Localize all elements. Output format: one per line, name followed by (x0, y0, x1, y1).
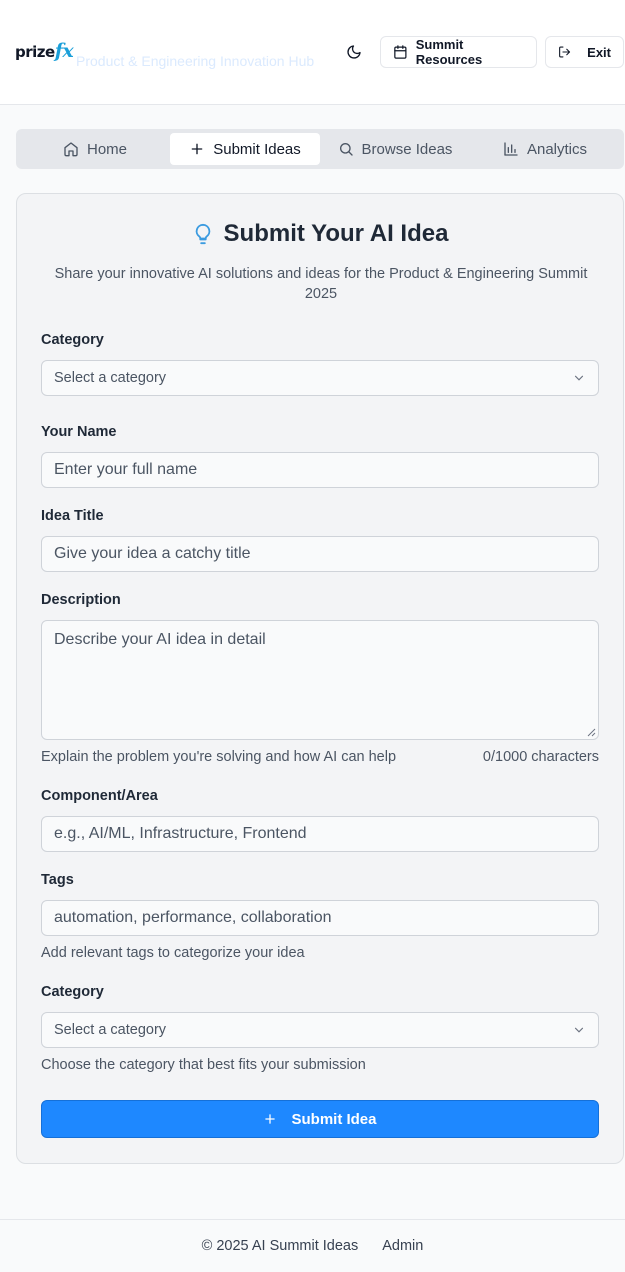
tab-browse-ideas[interactable]: Browse Ideas (320, 133, 470, 165)
resize-grip-icon[interactable] (587, 728, 596, 737)
category2-help: Choose the category that best fits your … (41, 1057, 366, 1073)
category-select[interactable]: Select a category (41, 360, 599, 396)
component-label: Component/Area (41, 788, 158, 804)
moon-icon (347, 45, 361, 59)
summit-resources-label: Summit Resources (415, 37, 483, 67)
plus-icon (191, 143, 203, 155)
brand-logo[interactable]: prizefx (15, 40, 74, 62)
category-label: Category (41, 332, 104, 348)
component-placeholder: e.g., AI/ML, Infrastructure, Frontend (54, 825, 307, 842)
description-help: Explain the problem you're solving and h… (41, 749, 397, 765)
theme-toggle-button[interactable] (340, 38, 368, 66)
main-tabs: Home Submit Ideas Browse Ideas Analytics (16, 129, 624, 169)
tab-analytics[interactable]: Analytics (470, 133, 620, 165)
tags-placeholder: automation, performance, collaboration (54, 909, 332, 926)
chevron-down-icon (574, 375, 584, 381)
tab-home-label: Home (86, 140, 127, 158)
page-footer: © 2025 AI Summit Ideas Admin (0, 1219, 625, 1272)
submit-idea-label: Submit Idea (291, 1110, 377, 1128)
tab-submit-ideas[interactable]: Submit Ideas (170, 133, 320, 165)
tags-input[interactable]: automation, performance, collaboration (41, 900, 599, 936)
admin-link[interactable]: Admin (382, 1238, 423, 1254)
tab-home[interactable]: Home (20, 133, 170, 165)
tags-help: Add relevant tags to categorize your ide… (41, 945, 305, 961)
form-title-text: Submit Your AI Idea (223, 220, 449, 247)
summit-resources-button[interactable]: Summit Resources (380, 36, 537, 68)
app-header: prizefx Product & Engineering Innovation… (0, 0, 625, 105)
name-placeholder: Enter your full name (54, 461, 198, 478)
search-icon (339, 143, 353, 156)
description-label: Description (41, 592, 121, 608)
form-title: Submit Your AI Idea (17, 220, 623, 248)
category2-select[interactable]: Select a category (41, 1012, 599, 1048)
footer-copyright: © 2025 AI Summit Ideas (201, 1238, 359, 1254)
category2-select-value: Select a category (54, 1022, 167, 1038)
description-counter: 0/1000 characters (482, 749, 599, 765)
category-select-value: Select a category (54, 370, 167, 386)
description-placeholder: Describe your AI idea in detail (54, 631, 266, 648)
name-label: Your Name (41, 424, 117, 440)
hub-title: Product & Engineering Innovation Hub (76, 53, 315, 69)
tab-browse-ideas-label: Browse Ideas (361, 140, 453, 158)
description-textarea[interactable]: Describe your AI idea in detail (41, 620, 599, 740)
component-input[interactable]: e.g., AI/ML, Infrastructure, Frontend (41, 816, 599, 852)
tab-analytics-label: Analytics (526, 140, 588, 158)
idea-title-label: Idea Title (41, 508, 104, 524)
plus-icon (265, 1114, 276, 1124)
submit-idea-button[interactable]: Submit Idea (41, 1100, 599, 1138)
submit-idea-card: Submit Your AI Idea Share your innovativ… (16, 193, 624, 1164)
calendar-icon (394, 45, 407, 59)
logo-text: prize (15, 43, 55, 61)
idea-title-input[interactable]: Give your idea a catchy title (41, 536, 599, 572)
lightbulb-icon (195, 223, 210, 245)
name-input[interactable]: Enter your full name (41, 452, 599, 488)
logout-icon (559, 46, 571, 58)
category2-label: Category (41, 984, 104, 1000)
form-subtitle: Share your innovative AI solutions and i… (54, 266, 588, 302)
idea-title-placeholder: Give your idea a catchy title (54, 545, 251, 562)
exit-button[interactable]: Exit (545, 36, 624, 68)
home-icon (64, 142, 78, 157)
logo-accent: fx (54, 40, 74, 62)
tab-submit-ideas-label: Submit Ideas (213, 140, 301, 158)
bar-chart-icon (504, 142, 518, 156)
tags-label: Tags (41, 872, 74, 888)
exit-label: Exit (587, 44, 611, 60)
chevron-down-icon (574, 1027, 584, 1033)
